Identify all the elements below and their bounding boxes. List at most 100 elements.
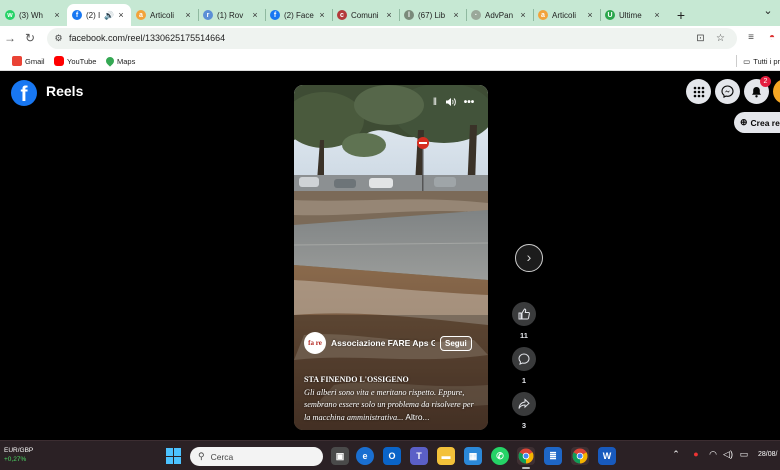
clock[interactable]: 28/08/ [758, 451, 777, 458]
pause-icon[interactable]: ‖ [428, 97, 442, 108]
bookmark-label: YouTube [67, 56, 97, 66]
tab-search-chevron-icon[interactable]: ⌄ [756, 4, 780, 20]
ticker-name: EUR/GBP [4, 447, 34, 454]
search-icon: ⚲ [198, 451, 205, 461]
close-tab-icon[interactable]: × [116, 10, 126, 20]
browser-tab[interactable]: c Comuni × [332, 4, 399, 26]
reload-icon[interactable]: ↻ [22, 30, 38, 46]
media-control-icon[interactable]: ≡ [744, 31, 758, 45]
file-explorer-icon[interactable]: ▬ [437, 447, 455, 465]
chevron-up-icon[interactable]: ⌃ [670, 449, 682, 460]
bird-icon: r [203, 10, 213, 20]
share-count: 3 [521, 421, 527, 430]
tab-title: Articoli [150, 10, 175, 20]
close-tab-icon[interactable]: × [250, 10, 260, 20]
like-icon[interactable] [512, 302, 536, 326]
close-tab-icon[interactable]: × [518, 10, 528, 20]
browser-tab[interactable]: · AdvPan × [466, 4, 533, 26]
bookmark-maps[interactable]: Maps [104, 55, 135, 67]
chrome-icon[interactable] [517, 447, 535, 469]
close-tab-icon[interactable]: × [52, 10, 62, 20]
back-icon[interactable]: → [2, 30, 18, 46]
like-action[interactable]: 11 [512, 302, 536, 340]
notes-icon[interactable]: ≣ [544, 447, 562, 465]
blog-icon: a [538, 10, 548, 20]
tab-title: (67) Lib [418, 10, 446, 20]
see-more-link[interactable]: Altro... [405, 412, 429, 422]
browser-tab[interactable]: f (2) Face × [265, 4, 332, 26]
close-tab-icon[interactable]: × [451, 10, 461, 20]
comment-action[interactable]: 1 [512, 347, 536, 385]
close-tab-icon[interactable]: × [317, 10, 327, 20]
stock-widget[interactable]: EUR/GBP +0,27% [4, 446, 33, 464]
notification-badge: 2 [760, 76, 771, 87]
new-tab-button[interactable]: + [673, 4, 689, 26]
close-tab-icon[interactable]: × [585, 10, 595, 20]
menu-grid-icon[interactable] [686, 79, 711, 104]
teams-icon[interactable]: T [410, 447, 428, 465]
tab-title: (1) Rov [217, 10, 244, 20]
install-app-icon[interactable]: ⊡ [694, 32, 707, 45]
taskbar: EUR/GBP +0,27% ⚲ Cerca ▣ e O T ▬ ▦ ✆ ≣ W… [0, 440, 780, 470]
speaker-icon[interactable]: ◁) [722, 449, 734, 460]
all-bookmarks[interactable]: ▭ Tutti i pr [736, 55, 780, 67]
next-reel-button[interactable]: › [515, 244, 543, 272]
omnibox[interactable]: ⚙ facebook.com/reel/1330625175514664 ⊡ ☆ [47, 28, 737, 49]
follow-button[interactable]: Segui [440, 335, 472, 351]
chrome-profile-icon[interactable] [571, 447, 589, 465]
share-icon[interactable] [512, 392, 536, 416]
close-tab-icon[interactable]: × [384, 10, 394, 20]
store-icon[interactable]: ▦ [464, 447, 482, 465]
whatsapp-icon[interactable]: ✆ [491, 447, 509, 465]
caption-text: Gli alberi sono vita e meritano rispetto… [304, 388, 474, 422]
bookmarks-bar: Gmail YouTube Maps ▭ Tutti i pr [0, 51, 780, 71]
word-icon[interactable]: W [598, 447, 616, 465]
tab-title: Comuni [351, 10, 379, 20]
windows-start-icon[interactable] [166, 448, 182, 464]
extension-icon[interactable]: ◓ [765, 31, 779, 45]
browser-tab[interactable]: w (3) Wh × [0, 4, 67, 26]
comment-count: 1 [521, 376, 527, 385]
browser-tab[interactable]: U Ultime × [600, 4, 667, 26]
more-options-icon[interactable]: ••• [462, 97, 476, 108]
url-text[interactable]: facebook.com/reel/1330625175514664 [69, 33, 225, 43]
close-tab-icon[interactable]: × [183, 10, 193, 20]
page-title: Reels [46, 83, 84, 99]
edge-icon[interactable]: e [356, 447, 374, 465]
antivirus-icon[interactable]: ● [690, 449, 702, 459]
like-count: 11 [520, 331, 528, 340]
author-name[interactable]: Associazione FARE Aps G [331, 338, 435, 348]
whatsapp-icon: w [5, 10, 15, 20]
tab-strip: w (3) Wh × f (2) I 🔊 × a Articoli × r (1) Rov × f (2) … [0, 0, 780, 26]
outlook-icon[interactable]: O [383, 447, 401, 465]
browser-tab[interactable]: l (67) Lib × [399, 4, 466, 26]
browser-tab[interactable]: a Articoli × [131, 4, 198, 26]
reel-video[interactable]: ‖ ••• fa re Associazione FARE Aps G Segu… [294, 85, 488, 430]
create-reel-button[interactable]: ⊕ Crea re [734, 112, 780, 133]
comment-icon[interactable] [512, 347, 536, 371]
bookmark-gmail[interactable]: Gmail [12, 55, 45, 67]
wifi-icon[interactable]: ◠ [707, 449, 719, 460]
taskbar-search[interactable]: ⚲ Cerca [190, 447, 323, 466]
browser-tab[interactable]: r (1) Rov × [198, 4, 265, 26]
chart-icon: · [471, 10, 481, 20]
site-info-icon[interactable]: ⚙ [53, 33, 64, 44]
tab-audio-icon[interactable]: 🔊 [104, 11, 114, 20]
share-action[interactable]: 3 [512, 392, 536, 430]
profile-avatar[interactable] [773, 79, 780, 104]
folder-icon: ▭ [743, 56, 751, 66]
bookmark-youtube[interactable]: YouTube [54, 55, 96, 67]
task-view-icon[interactable]: ▣ [331, 447, 349, 465]
browser-tab[interactable]: a Articoli × [533, 4, 600, 26]
browser-tab[interactable]: f (2) I 🔊 × [67, 4, 131, 26]
battery-icon[interactable]: ▭ [738, 449, 750, 460]
maps-pin-icon [104, 55, 116, 67]
author-avatar[interactable]: fa re [304, 332, 326, 354]
messenger-icon[interactable] [715, 79, 740, 104]
tab-title: (3) Wh [19, 10, 43, 20]
bookmark-star-icon[interactable]: ☆ [714, 32, 727, 45]
search-placeholder: Cerca [210, 451, 234, 462]
close-tab-icon[interactable]: × [652, 10, 662, 20]
tab-title: Ultime [619, 10, 642, 20]
facebook-logo[interactable]: f [11, 80, 37, 106]
